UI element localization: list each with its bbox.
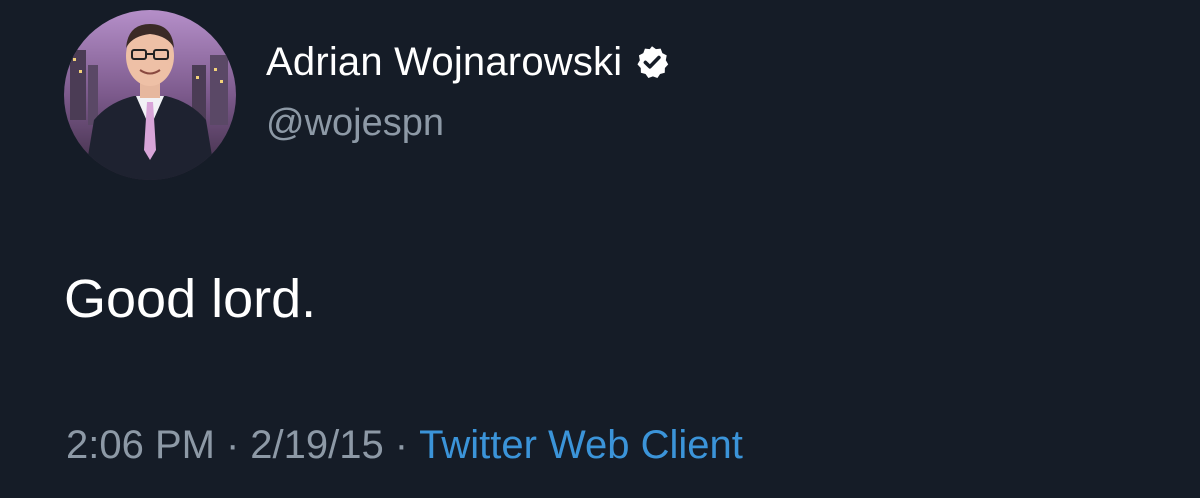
author-name-row: Adrian Wojnarowski xyxy=(266,37,670,87)
avatar-image xyxy=(64,10,236,180)
tweet-date[interactable]: 2/19/15 xyxy=(250,423,383,468)
tweet-time[interactable]: 2:06 PM xyxy=(66,423,215,468)
meta-separator: · xyxy=(225,423,240,467)
verified-badge-icon xyxy=(634,44,670,80)
avatar[interactable] xyxy=(64,10,236,180)
tweet-text: Good lord. xyxy=(64,269,317,329)
tweet-card: Adrian Wojnarowski @wojespn Good lord. 2… xyxy=(0,0,1200,498)
tweet-meta: 2:06 PM · 2/19/15 · Twitter Web Client xyxy=(66,423,743,468)
username-handle[interactable]: @wojespn xyxy=(266,102,444,145)
display-name[interactable]: Adrian Wojnarowski xyxy=(266,40,622,85)
source-link[interactable]: Twitter Web Client xyxy=(419,423,743,468)
meta-separator: · xyxy=(394,423,409,467)
